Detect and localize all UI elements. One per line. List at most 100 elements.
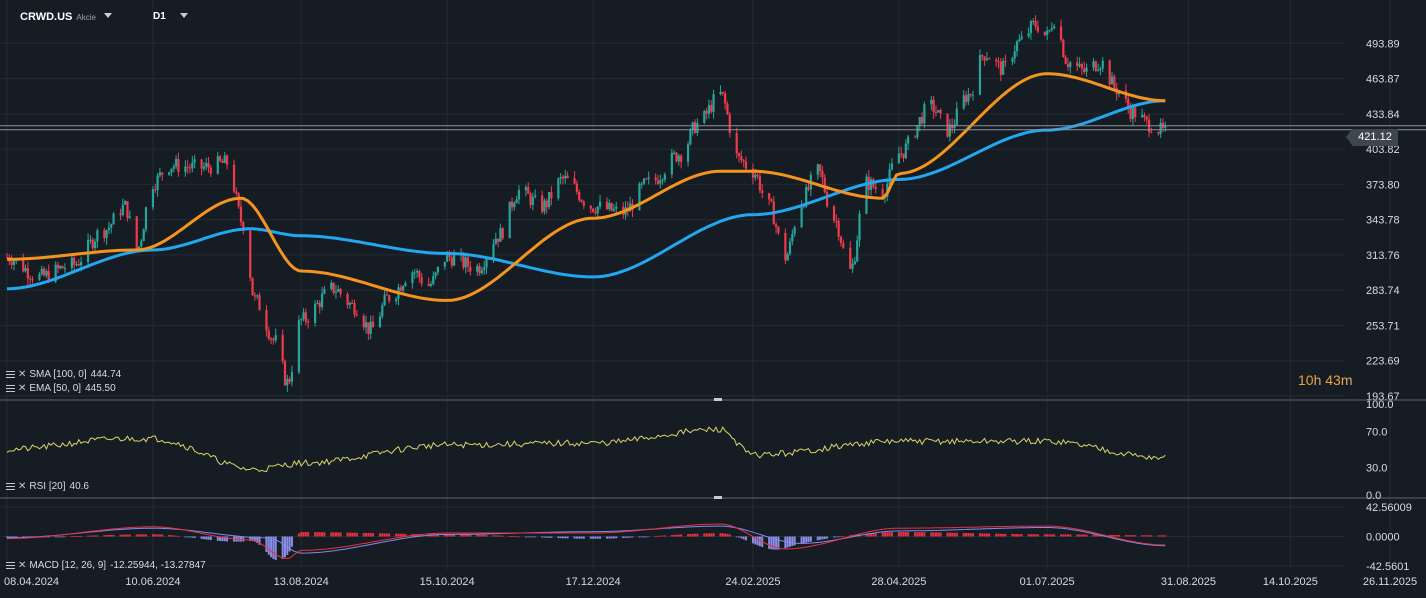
settings-lines-icon[interactable] [6,561,15,570]
macd-histogram-bar [480,534,483,537]
macd-histogram-bar [399,533,402,537]
candle-body [1097,69,1100,71]
macd-histogram-bar [705,533,708,537]
macd-histogram-bar [656,535,659,537]
candle-body [281,335,284,361]
candle-body [188,167,192,169]
candle-body [332,282,335,293]
candle-body [105,230,108,239]
candle-body [351,302,354,304]
price-chart[interactable]: 08.04.2024 10.06.2024 13.08.2024 15.10.2024… [0,0,1426,598]
price-tick-label: 463.87 [1366,74,1400,86]
macd-histogram-bar [969,533,972,537]
candle-body [63,268,67,270]
macd-histogram-bar [469,534,472,537]
pane-resize-handle [714,496,722,499]
candle-body [754,174,757,178]
timeframe-dropdown-chevron-icon[interactable] [180,13,188,18]
macd-tick-label: -42.5601 [1366,561,1409,573]
macd-histogram-bar [793,536,796,546]
symbol-label[interactable]: CRWD.US Akcie [20,11,96,23]
symbol-dropdown-chevron-icon[interactable] [104,13,112,18]
candle-body [258,295,261,311]
macd-label: MACD [12, 26, 9] [29,560,107,571]
macd-histogram-bar [689,533,692,537]
candle-body [420,277,423,284]
macd-histogram-bar [529,536,532,538]
candle-body [483,267,486,271]
candle-body [964,95,968,102]
candle-body [821,170,824,178]
macd-histogram-bar [1066,534,1069,537]
x-tick-label: 31.08.2025 [1161,576,1216,588]
candle-body [124,201,127,205]
timeframe-label[interactable]: D1 [153,11,166,22]
macd-histogram-bar [995,533,998,537]
macd-histogram-bar [209,536,212,541]
symbol-name: CRWD.US [20,11,73,23]
candle-body [186,166,189,168]
macd-histogram-bar [659,535,662,537]
candle-body [737,153,741,157]
macd-histogram-bar [124,534,127,537]
candle-body [1062,39,1065,58]
candle-body [443,261,446,267]
candle-body [981,55,984,57]
candle-body [573,178,576,184]
candle-body [770,199,773,202]
candle-body [663,174,667,180]
candle-body [200,159,203,169]
candle-body [168,172,171,175]
macd-histogram-bar [967,533,970,537]
candle-body [661,179,664,181]
price-tick-label: 433.84 [1366,109,1400,121]
macd-histogram-bar [744,536,747,541]
candle-body [939,110,942,114]
macd-histogram-bar [645,536,648,538]
macd-histogram-bar [191,536,194,538]
macd-signal-line [7,525,1166,554]
macd-histogram-bar [888,532,891,537]
candle-body [837,220,840,237]
candle-body [413,272,416,274]
candle-body [589,205,592,209]
candle-body [172,166,175,169]
candle-body [334,291,338,293]
macd-histogram-bar [105,535,108,537]
x-tick-label: 10.06.2024 [125,576,180,588]
macd-histogram-bar [1020,534,1023,537]
macd-histogram-bar [1094,534,1097,537]
candle-body [256,295,259,297]
macd-histogram-bar [918,532,921,537]
candle-body [902,153,905,158]
macd-histogram-bar [724,533,727,537]
close-icon[interactable]: ✕ [18,369,26,380]
macd-histogram-bar [1134,535,1137,537]
candle-body [151,189,155,208]
candle-body [1092,61,1095,68]
candle-body [1145,116,1148,120]
macd-histogram-bar [158,534,161,537]
close-icon[interactable]: ✕ [18,383,26,394]
candle-body [274,335,277,341]
close-icon[interactable]: ✕ [18,560,26,571]
settings-lines-icon[interactable] [6,370,15,379]
macd-histogram-bar [304,532,307,537]
candle-body [788,241,792,255]
close-icon[interactable]: ✕ [18,481,26,492]
macd-histogram-bar [1111,534,1114,537]
macd-histogram-bar [177,535,180,537]
candle-body [670,152,673,175]
candle-body [86,239,90,262]
macd-histogram-bar [687,534,690,537]
settings-lines-icon[interactable] [6,384,15,393]
macd-histogram-bar [515,536,518,538]
candle-body [316,302,319,304]
macd-histogram-bar [1085,534,1088,537]
macd-histogram-bar [670,534,673,537]
settings-lines-icon[interactable] [6,482,15,491]
macd-histogram-bar [353,532,356,537]
candle-body [1069,62,1072,68]
macd-histogram-bar [626,536,629,538]
candle-body [686,144,690,162]
